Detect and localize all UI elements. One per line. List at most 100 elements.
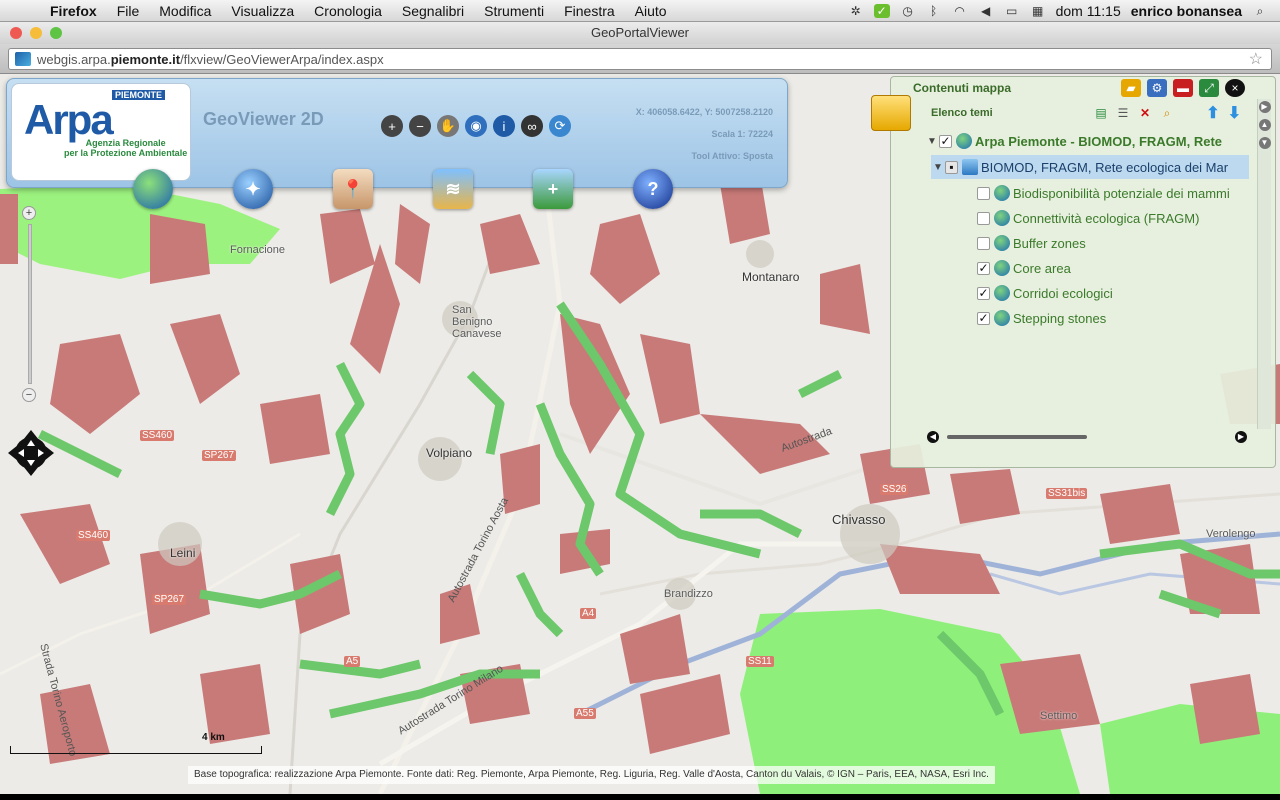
layer-item[interactable]: Connettività ecologica (FRAGM) <box>977 206 1199 230</box>
binoculars-icon[interactable]: ∞ <box>521 115 543 137</box>
globe-search-icon[interactable]: ◉ <box>465 115 487 137</box>
checkbox[interactable]: ✓ <box>977 286 990 300</box>
app-title: GeoViewer 2D <box>203 109 324 129</box>
refresh-icon[interactable]: ⟳ <box>549 115 571 137</box>
tree-root[interactable]: ▼ ✓ Arpa Piemonte - BIOMOD, FRAGM, Rete <box>925 129 1222 153</box>
globe-icon[interactable] <box>133 169 173 209</box>
close-panel-icon[interactable]: × <box>1225 79 1245 97</box>
scroll-up-icon[interactable]: ▶ <box>1258 101 1271 113</box>
panel-subtitle: Elenco temi <box>931 107 993 119</box>
zoom-out-icon[interactable]: − <box>409 115 431 137</box>
move-down-icon[interactable]: ⬇ <box>1228 103 1241 123</box>
user-name[interactable]: enrico bonansea <box>1131 3 1242 19</box>
menu-finestra[interactable]: Finestra <box>554 3 625 19</box>
scroll-right-icon[interactable]: ▶ <box>1235 431 1247 443</box>
layer-label: Core area <box>1013 260 1071 276</box>
add-layer-icon[interactable]: + <box>533 169 573 209</box>
help-icon[interactable]: ? <box>633 169 673 209</box>
checkbox[interactable] <box>977 211 990 225</box>
spotlight-search-icon[interactable]: ⌕ <box>1252 4 1268 18</box>
globe-layer-icon <box>994 235 1010 251</box>
zoom-in-icon[interactable]: + <box>381 115 403 137</box>
globe-layer-icon <box>994 260 1010 276</box>
logo-agency: Agenzia Regionale per la Protezione Ambi… <box>64 138 187 158</box>
mac-menu-bar: Firefox File Modifica Visualizza Cronolo… <box>0 0 1280 22</box>
checkbox[interactable]: ✓ <box>939 134 952 148</box>
map-pin-icon[interactable]: 📍 <box>333 169 373 209</box>
menu-app-firefox[interactable]: Firefox <box>40 3 107 19</box>
zoom-in-button[interactable]: + <box>22 206 36 220</box>
globe-layer-icon <box>994 185 1010 201</box>
layer-item[interactable]: ✓ Stepping stones <box>977 306 1106 330</box>
place-chivasso: Chivasso <box>832 512 886 527</box>
checkbox[interactable] <box>977 186 990 200</box>
expand-panel-icon[interactable]: ⤢ <box>1199 79 1219 97</box>
network-icon[interactable]: ⚙ <box>1147 79 1167 97</box>
active-tool-readout: Tool Attivo: Sposta <box>691 151 774 161</box>
volume-icon[interactable]: ◀ <box>978 4 994 18</box>
time-machine-icon[interactable]: ◷ <box>900 4 916 18</box>
menu-aiuto[interactable]: Aiuto <box>625 3 677 19</box>
zoom-window-button[interactable] <box>50 27 62 39</box>
expand-arrow-icon[interactable]: ▼ <box>931 162 945 173</box>
search-layer-icon[interactable]: ⌕ <box>1159 105 1175 121</box>
minimize-panel-icon[interactable]: ▬ <box>1173 79 1193 97</box>
folder-icon[interactable] <box>871 95 911 131</box>
calendar-icon[interactable]: ▦ <box>1030 4 1046 18</box>
layer-item[interactable]: Buffer zones <box>977 231 1086 255</box>
minimize-window-button[interactable] <box>30 27 42 39</box>
layer-label: Stepping stones <box>1013 310 1107 326</box>
tree-group[interactable]: ▼ ▪ BIOMOD, FRAGM, Rete ecologica dei Ma… <box>931 155 1249 179</box>
menu-modifica[interactable]: Modifica <box>149 3 221 19</box>
menu-visualizza[interactable]: Visualizza <box>221 3 304 19</box>
expand-arrow-icon[interactable]: ▼ <box>925 136 939 147</box>
wifi-icon[interactable]: ◠ <box>952 4 968 18</box>
checkbox[interactable]: ✓ <box>977 311 990 325</box>
properties-icon[interactable]: ☰ <box>1115 105 1131 121</box>
battery-icon[interactable]: ▭ <box>1004 4 1020 18</box>
move-up-icon[interactable]: ⬆ <box>1206 103 1219 123</box>
compass-icon[interactable]: ✦ <box>233 169 273 209</box>
zoom-track[interactable] <box>28 224 32 384</box>
checkbox[interactable] <box>977 236 990 250</box>
menu-file[interactable]: File <box>107 3 150 19</box>
open-folder-icon[interactable]: ▰ <box>1121 79 1141 97</box>
layer-label: Connettività ecologica (FRAGM) <box>1013 210 1200 226</box>
clock[interactable]: dom 11:15 <box>1056 3 1121 19</box>
network-tray-icon[interactable]: ✲ <box>848 4 864 18</box>
road-code: A55 <box>574 708 596 719</box>
layer-item[interactable]: Biodisponibilità potenziale dei mammi <box>977 181 1230 205</box>
checkbox[interactable]: ✓ <box>977 261 990 275</box>
zoom-out-button[interactable]: − <box>22 388 36 402</box>
info-icon[interactable]: i <box>493 115 515 137</box>
remove-layer-icon[interactable]: ✕ <box>1137 105 1153 121</box>
pan-hand-icon[interactable]: ✋ <box>437 115 459 137</box>
zoom-slider[interactable]: + − <box>22 206 38 406</box>
checkmark-tray-icon[interactable]: ✓ <box>873 3 890 18</box>
layer-item[interactable]: ✓ Corridoi ecologici <box>977 281 1113 305</box>
vertical-scrollbar[interactable]: ▶ ▲ ▼ <box>1257 99 1271 429</box>
menu-strumenti[interactable]: Strumenti <box>474 3 554 19</box>
scroll-thumb[interactable] <box>947 435 1087 439</box>
site-favicon-icon <box>15 52 31 66</box>
checkbox[interactable]: ▪ <box>945 160 958 174</box>
layers-map-icon[interactable]: ≋ <box>433 169 473 209</box>
bookmark-star-icon[interactable]: ☆ <box>1249 49 1263 69</box>
road-code: SS26 <box>880 484 909 495</box>
horizontal-scrollbar[interactable]: ◀ ▶ <box>927 431 1247 443</box>
legend-icon[interactable]: ▤ <box>1093 105 1109 121</box>
layer-item[interactable]: ✓ Core area <box>977 256 1071 280</box>
bluetooth-icon[interactable]: ᛒ <box>926 4 942 18</box>
road-code: SP267 <box>202 450 237 461</box>
close-window-button[interactable] <box>10 27 22 39</box>
scroll-left-icon[interactable]: ◀ <box>927 431 939 443</box>
group-layer-label: BIOMOD, FRAGM, Rete ecologica dei Mar <box>981 159 1229 175</box>
scroll-mid-icon[interactable]: ▲ <box>1258 119 1271 131</box>
place-volpiano: Volpiano <box>426 446 473 460</box>
menu-segnalibri[interactable]: Segnalibri <box>392 3 474 19</box>
url-bar[interactable]: webgis.arpa. piemonte.it/flxview/GeoViewe… <box>8 48 1272 70</box>
scroll-down-icon[interactable]: ▼ <box>1258 137 1271 149</box>
arpa-logo[interactable]: PIEMONTE Arpa Agenzia Regionale per la P… <box>11 83 191 181</box>
menu-cronologia[interactable]: Cronologia <box>304 3 392 19</box>
pan-arrows-icon[interactable] <box>6 428 56 478</box>
